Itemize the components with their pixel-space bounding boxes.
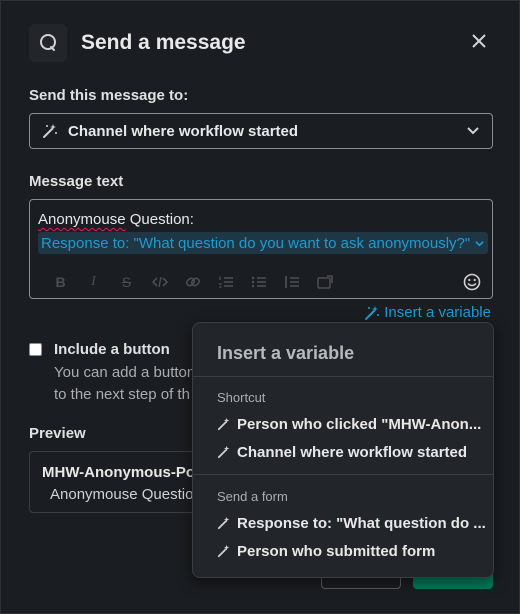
quote-button[interactable] xyxy=(275,272,308,292)
insert-variable-popover: Insert a variable Shortcut Person who cl… xyxy=(192,322,494,578)
ordered-list-button[interactable] xyxy=(209,272,242,292)
emoji-button[interactable] xyxy=(462,272,482,292)
message-line-rest: Question: xyxy=(125,211,194,228)
magic-wand-icon xyxy=(43,124,57,138)
insert-variable-label: Insert a variable xyxy=(384,304,491,321)
magic-wand-icon xyxy=(217,516,230,530)
quote-icon xyxy=(284,276,299,288)
message-line: Anonymouse Question: xyxy=(38,211,194,228)
send-message-modal: Send a message Send this message to: Cha… xyxy=(0,0,520,614)
link-icon xyxy=(185,277,200,287)
code-block-icon xyxy=(316,275,333,289)
modal-header: Send a message xyxy=(29,23,246,63)
section-label-send-form: Send a form xyxy=(217,489,288,504)
insert-variable-link[interactable]: Insert a variable xyxy=(364,304,491,321)
magic-wand-icon xyxy=(365,305,380,320)
include-button-label: Include a button xyxy=(54,341,170,358)
bullet-list-icon xyxy=(251,276,266,288)
close-button[interactable] xyxy=(467,29,491,53)
include-button-checkbox[interactable] xyxy=(29,343,42,356)
variable-option[interactable]: Person who submitted form xyxy=(217,540,487,562)
recipient-label: Send this message to: xyxy=(29,87,189,104)
close-icon xyxy=(472,34,486,48)
strikethrough-button[interactable]: S xyxy=(110,272,143,292)
bullet-list-button[interactable] xyxy=(242,272,275,292)
magic-wand-icon xyxy=(217,417,230,431)
code-button[interactable] xyxy=(143,272,176,292)
modal-title: Send a message xyxy=(81,31,246,54)
emoji-icon xyxy=(463,273,481,291)
variable-pill-text: Response to: "What question do you want … xyxy=(41,234,471,252)
variable-option[interactable]: Channel where workflow started xyxy=(217,441,487,463)
preview-label: Preview xyxy=(29,425,86,442)
recipient-select[interactable]: Channel where workflow started xyxy=(29,113,493,149)
bold-button[interactable]: B xyxy=(44,272,77,292)
divider xyxy=(193,376,493,377)
code-block-button[interactable] xyxy=(308,272,341,292)
link-button[interactable] xyxy=(176,272,209,292)
variable-pill[interactable]: Response to: "What question do you want … xyxy=(38,232,489,254)
magic-wand-icon xyxy=(217,544,230,558)
message-text-label: Message text xyxy=(29,173,124,190)
section-label-shortcut: Shortcut xyxy=(217,390,266,405)
preview-body: Anonymouse Questio xyxy=(50,486,194,503)
recipient-select-value: Channel where workflow started xyxy=(68,122,299,140)
message-editor[interactable]: Anonymouse Question: Response to: "What … xyxy=(29,199,493,299)
include-button-description: You can add a button to the next step of… xyxy=(54,364,196,403)
chevron-down-icon xyxy=(475,240,484,246)
preview-title: MHW-Anonymous-Po xyxy=(42,464,196,481)
misspelled-word: Anonymouse xyxy=(38,211,126,228)
chevron-down-icon xyxy=(467,127,479,135)
search-icon xyxy=(29,24,67,62)
popover-title: Insert a variable xyxy=(217,343,355,363)
divider xyxy=(193,474,493,475)
italic-button[interactable]: I xyxy=(77,272,110,292)
format-toolbar: B I S xyxy=(44,272,341,292)
code-icon xyxy=(151,276,168,288)
variable-option[interactable]: Response to: "What question do ... xyxy=(217,512,487,534)
magic-wand-icon xyxy=(217,445,230,459)
variable-option[interactable]: Person who clicked "MHW-Anon... xyxy=(217,413,487,435)
ordered-list-icon xyxy=(218,276,233,288)
